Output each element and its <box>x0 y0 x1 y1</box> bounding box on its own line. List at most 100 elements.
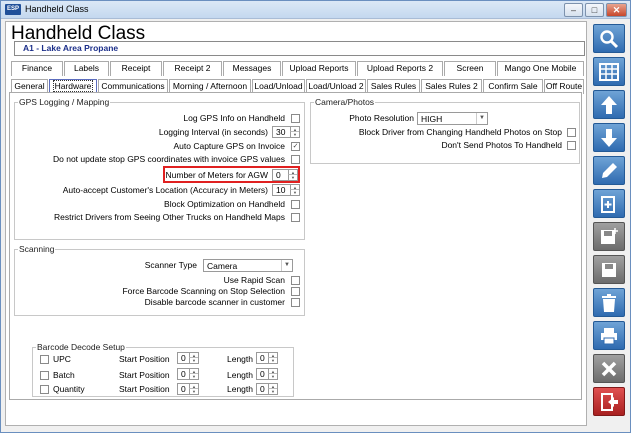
scanning-group: Scanning Scanner Type Camera ▼ Use Rapid… <box>14 244 305 316</box>
spin-down-icon[interactable]: ▼ <box>290 190 299 195</box>
app-logo-icon: ESP <box>5 4 21 15</box>
spin-down-icon[interactable]: ▼ <box>268 374 277 379</box>
logging-interval-value: 30 <box>276 127 286 137</box>
batch-start-stepper[interactable]: 0 ▲ ▼ <box>177 368 199 380</box>
spin-down-icon[interactable]: ▼ <box>288 175 297 180</box>
quantity-start-stepper[interactable]: 0 ▲ ▼ <box>177 383 199 395</box>
upc-length-label: Length <box>227 354 253 364</box>
tab-upload-reports[interactable]: Upload Reports <box>282 61 356 76</box>
upc-start-label: Start Position <box>119 354 170 364</box>
grid-view-button[interactable] <box>593 57 625 86</box>
save-new-button[interactable] <box>593 222 625 251</box>
camera-group-title: Camera/Photos <box>314 97 376 107</box>
force-barcode-label: Force Barcode Scanning on Stop Selection <box>122 286 285 296</box>
exit-button[interactable] <box>593 387 625 416</box>
scanning-group-title: Scanning <box>18 244 56 254</box>
spin-down-icon[interactable]: ▼ <box>268 389 277 394</box>
hardware-tab-content: GPS Logging / Mapping Log GPS Info on Ha… <box>9 92 582 400</box>
quantity-label: Quantity <box>53 384 85 394</box>
force-barcode-checkbox[interactable] <box>291 287 300 296</box>
photo-resolution-select[interactable]: HIGH ▼ <box>417 112 488 125</box>
save-new-icon <box>601 227 618 244</box>
batch-checkbox[interactable] <box>40 371 49 380</box>
tab-mango-one-mobile[interactable]: Mango One Mobile <box>497 61 584 76</box>
tab-finance[interactable]: Finance <box>11 61 63 76</box>
search-icon <box>600 29 619 48</box>
minimize-button[interactable]: – <box>564 3 583 17</box>
save-button[interactable] <box>593 255 625 284</box>
batch-length-label: Length <box>227 370 253 380</box>
upc-length-value: 0 <box>260 353 265 363</box>
close-window-button[interactable]: ✕ <box>606 3 627 17</box>
new-document-icon <box>601 195 615 213</box>
delete-button[interactable] <box>593 288 625 317</box>
move-up-button[interactable] <box>593 90 625 119</box>
save-icon <box>602 262 616 277</box>
quantity-length-label: Length <box>227 384 253 394</box>
auto-capture-label: Auto Capture GPS on Invoice <box>173 141 285 151</box>
quantity-start-value: 0 <box>181 384 186 394</box>
tab-row-top: Finance Labels Receipt Receipt 2 Message… <box>6 61 588 76</box>
do-not-update-checkbox[interactable] <box>291 155 300 164</box>
disable-scanner-checkbox[interactable] <box>291 298 300 307</box>
barcode-decode-group: Barcode Decode Setup UPC Start Position … <box>32 342 294 397</box>
chevron-down-icon: ▼ <box>281 260 292 271</box>
edit-button[interactable] <box>593 156 625 185</box>
photo-resolution-value: HIGH <box>421 114 443 124</box>
quantity-checkbox[interactable] <box>40 385 49 394</box>
search-button[interactable] <box>593 24 625 53</box>
restrict-drivers-checkbox[interactable] <box>291 213 300 222</box>
block-optimization-checkbox[interactable] <box>291 200 300 209</box>
spin-down-icon[interactable]: ▼ <box>189 374 198 379</box>
tab-labels[interactable]: Labels <box>64 61 109 76</box>
trash-icon <box>602 293 616 312</box>
use-rapid-scan-label: Use Rapid Scan <box>223 275 285 285</box>
meters-agw-stepper[interactable]: 0 ▲ ▼ <box>272 169 298 181</box>
use-rapid-scan-checkbox[interactable] <box>291 276 300 285</box>
spin-down-icon[interactable]: ▼ <box>189 358 198 363</box>
batch-length-value: 0 <box>260 369 265 379</box>
auto-capture-checkbox[interactable]: ✓ <box>291 142 300 151</box>
tab-messages[interactable]: Messages <box>223 61 281 76</box>
do-not-update-label: Do not update stop GPS coordinates with … <box>53 154 285 164</box>
location-bar: A1 - Lake Area Propane <box>14 41 585 56</box>
tab-receipt[interactable]: Receipt <box>110 61 162 76</box>
tab-receipt-2[interactable]: Receipt 2 <box>163 61 222 76</box>
batch-length-stepper[interactable]: 0 ▲ ▼ <box>256 368 278 380</box>
upc-start-stepper[interactable]: 0 ▲ ▼ <box>177 352 199 364</box>
maximize-button[interactable]: □ <box>585 3 604 17</box>
move-down-button[interactable] <box>593 123 625 152</box>
logging-interval-stepper[interactable]: 30 ▲ ▼ <box>272 126 300 138</box>
dont-send-photos-checkbox[interactable] <box>567 141 576 150</box>
log-gps-checkbox[interactable] <box>291 114 300 123</box>
spin-down-icon[interactable]: ▼ <box>268 358 277 363</box>
location-name: A1 - Lake Area Propane <box>23 43 119 53</box>
cancel-button[interactable] <box>593 354 625 383</box>
chevron-down-icon: ▼ <box>476 113 487 124</box>
grid-icon <box>599 62 619 81</box>
new-record-button[interactable] <box>593 189 625 218</box>
auto-accept-value: 10 <box>276 185 286 195</box>
quantity-length-stepper[interactable]: 0 ▲ ▼ <box>256 383 278 395</box>
disable-scanner-label: Disable barcode scanner in customer <box>144 297 285 307</box>
scanner-type-select[interactable]: Camera ▼ <box>203 259 293 272</box>
upc-label: UPC <box>53 354 71 364</box>
upc-length-stepper[interactable]: 0 ▲ ▼ <box>256 352 278 364</box>
scanner-type-label: Scanner Type <box>144 260 197 270</box>
auto-accept-stepper[interactable]: 10 ▲ ▼ <box>272 184 300 196</box>
batch-start-value: 0 <box>181 369 186 379</box>
arrow-down-icon <box>601 128 617 147</box>
print-button[interactable] <box>593 321 625 350</box>
tab-upload-reports-2[interactable]: Upload Reports 2 <box>357 61 443 76</box>
block-photo-change-checkbox[interactable] <box>567 128 576 137</box>
gps-group-title: GPS Logging / Mapping <box>18 97 111 107</box>
quantity-length-value: 0 <box>260 384 265 394</box>
spin-down-icon[interactable]: ▼ <box>189 389 198 394</box>
scanner-type-value: Camera <box>207 261 238 271</box>
tab-screen[interactable]: Screen <box>444 61 496 76</box>
arrow-up-icon <box>601 95 617 114</box>
upc-checkbox[interactable] <box>40 355 49 364</box>
block-optimization-label: Block Optimization on Handheld <box>164 199 285 209</box>
spin-down-icon[interactable]: ▼ <box>290 132 299 137</box>
restrict-drivers-label: Restrict Drivers from Seeing Other Truck… <box>53 212 285 222</box>
